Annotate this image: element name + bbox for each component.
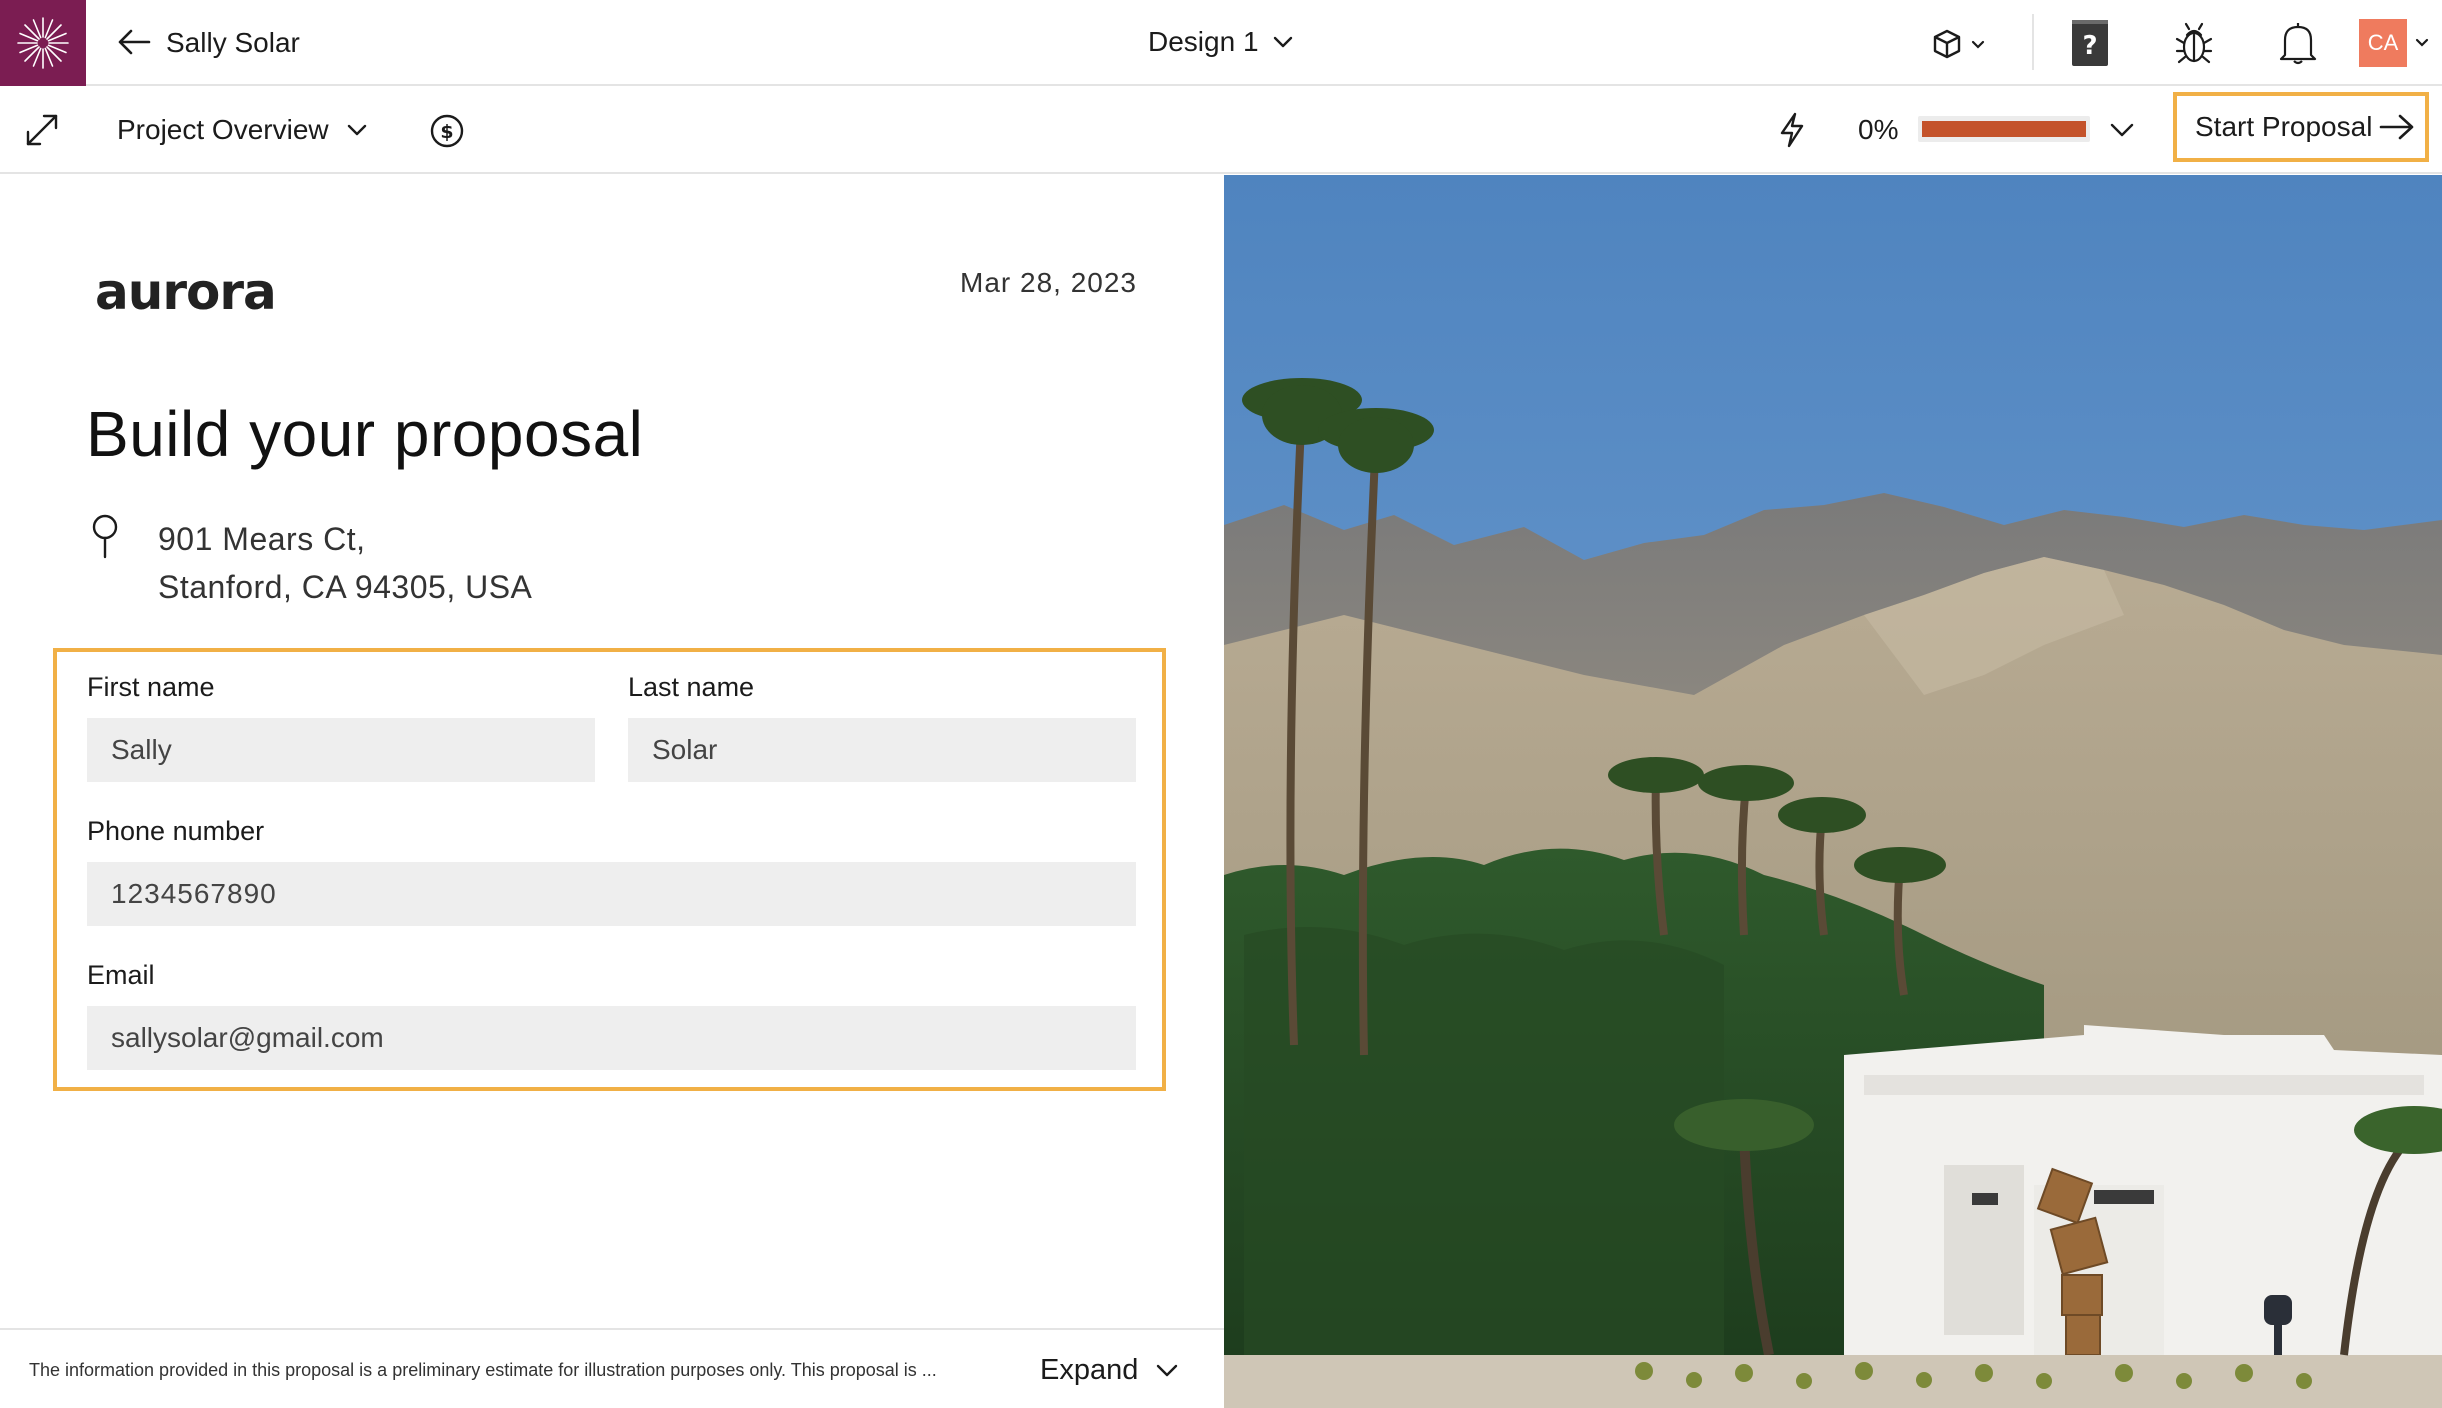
chevron-down-icon xyxy=(1273,36,1292,48)
expand-disclaimer-button[interactable]: Expand xyxy=(1040,1350,1178,1390)
customer-form: First name Last name Phone number Email xyxy=(53,648,1166,1091)
bell-icon xyxy=(2279,23,2317,65)
dollar-circle-icon: $ xyxy=(430,114,464,148)
email-field[interactable] xyxy=(87,1006,1136,1070)
pricing-button[interactable]: $ xyxy=(426,110,468,152)
user-avatar[interactable]: CA xyxy=(2359,19,2407,67)
bug-icon xyxy=(2175,22,2213,64)
phone-number-field[interactable] xyxy=(87,862,1136,926)
page-title: Build your proposal xyxy=(86,398,644,470)
disclaimer-footer: The information provided in this proposa… xyxy=(0,1328,1224,1408)
email-label: Email xyxy=(87,960,155,990)
design-label: Design 1 xyxy=(1148,26,1259,57)
chevron-down-icon xyxy=(1971,40,1985,49)
last-name-field[interactable] xyxy=(628,718,1136,782)
arrow-right-icon xyxy=(2379,114,2414,140)
3d-view-button[interactable] xyxy=(1926,24,1990,64)
aurora-logo: aurora xyxy=(95,263,277,321)
help-book-icon: ? xyxy=(2072,20,2108,66)
project-overview-menu[interactable]: Project Overview xyxy=(117,110,367,150)
notifications-button[interactable] xyxy=(2274,18,2322,68)
chevron-down-icon xyxy=(347,124,366,136)
phone-number-label: Phone number xyxy=(87,816,265,846)
back-arrow-icon xyxy=(118,29,151,55)
expand-arrows-icon xyxy=(26,114,58,146)
address-line-1: 901 Mears Ct, xyxy=(158,521,366,557)
energy-button[interactable] xyxy=(1772,108,1812,152)
project-name: Sally Solar xyxy=(166,27,300,58)
progress-percent: 0% xyxy=(1858,114,1899,145)
progress-bar xyxy=(1918,116,2090,142)
project-toolbar: Project Overview $ 0% Start Proposal xyxy=(0,86,2442,174)
cube-icon xyxy=(1933,29,1961,59)
expand-label: Expand xyxy=(1040,1353,1139,1386)
help-button[interactable]: ? xyxy=(2066,16,2114,70)
back-button[interactable] xyxy=(114,22,154,62)
start-proposal-label: Start Proposal xyxy=(2195,111,2373,142)
start-proposal-button[interactable]: Start Proposal xyxy=(2173,92,2429,162)
svg-text:?: ? xyxy=(2082,31,2097,61)
address-line-2: Stanford, CA 94305, USA xyxy=(158,569,533,605)
location-pin-icon xyxy=(92,514,118,559)
chevron-down-icon xyxy=(2110,123,2134,137)
svg-text:$: $ xyxy=(440,121,453,143)
sunburst-logo-icon xyxy=(17,17,69,69)
top-bar: Sally Solar Design 1 ? CA xyxy=(0,0,2442,86)
proposal-panel: aurora Mar 28, 2023 Build your proposal … xyxy=(0,175,1224,1408)
account-menu-toggle[interactable] xyxy=(2412,34,2432,50)
desert-house-illustration xyxy=(1224,175,2442,1408)
first-name-field[interactable] xyxy=(87,718,595,782)
progress-menu-toggle[interactable] xyxy=(2104,116,2140,144)
lightning-bolt-icon xyxy=(1780,112,1804,148)
progress-bar-fill xyxy=(1922,121,2086,137)
report-bug-button[interactable] xyxy=(2170,18,2218,68)
hero-photo xyxy=(1224,175,2442,1408)
expand-view-button[interactable] xyxy=(22,110,62,150)
aurora-logo-tile[interactable] xyxy=(0,0,86,86)
first-name-label: First name xyxy=(87,672,215,702)
design-selector[interactable]: Design 1 xyxy=(1148,22,1293,62)
disclaimer-text: The information provided in this proposa… xyxy=(29,1360,937,1380)
project-overview-label: Project Overview xyxy=(117,114,329,145)
proposal-date: Mar 28, 2023 xyxy=(960,267,1137,298)
chevron-down-icon xyxy=(1157,1364,1178,1376)
last-name-label: Last name xyxy=(628,672,755,702)
chevron-down-icon xyxy=(2415,38,2429,47)
divider xyxy=(2032,14,2034,70)
